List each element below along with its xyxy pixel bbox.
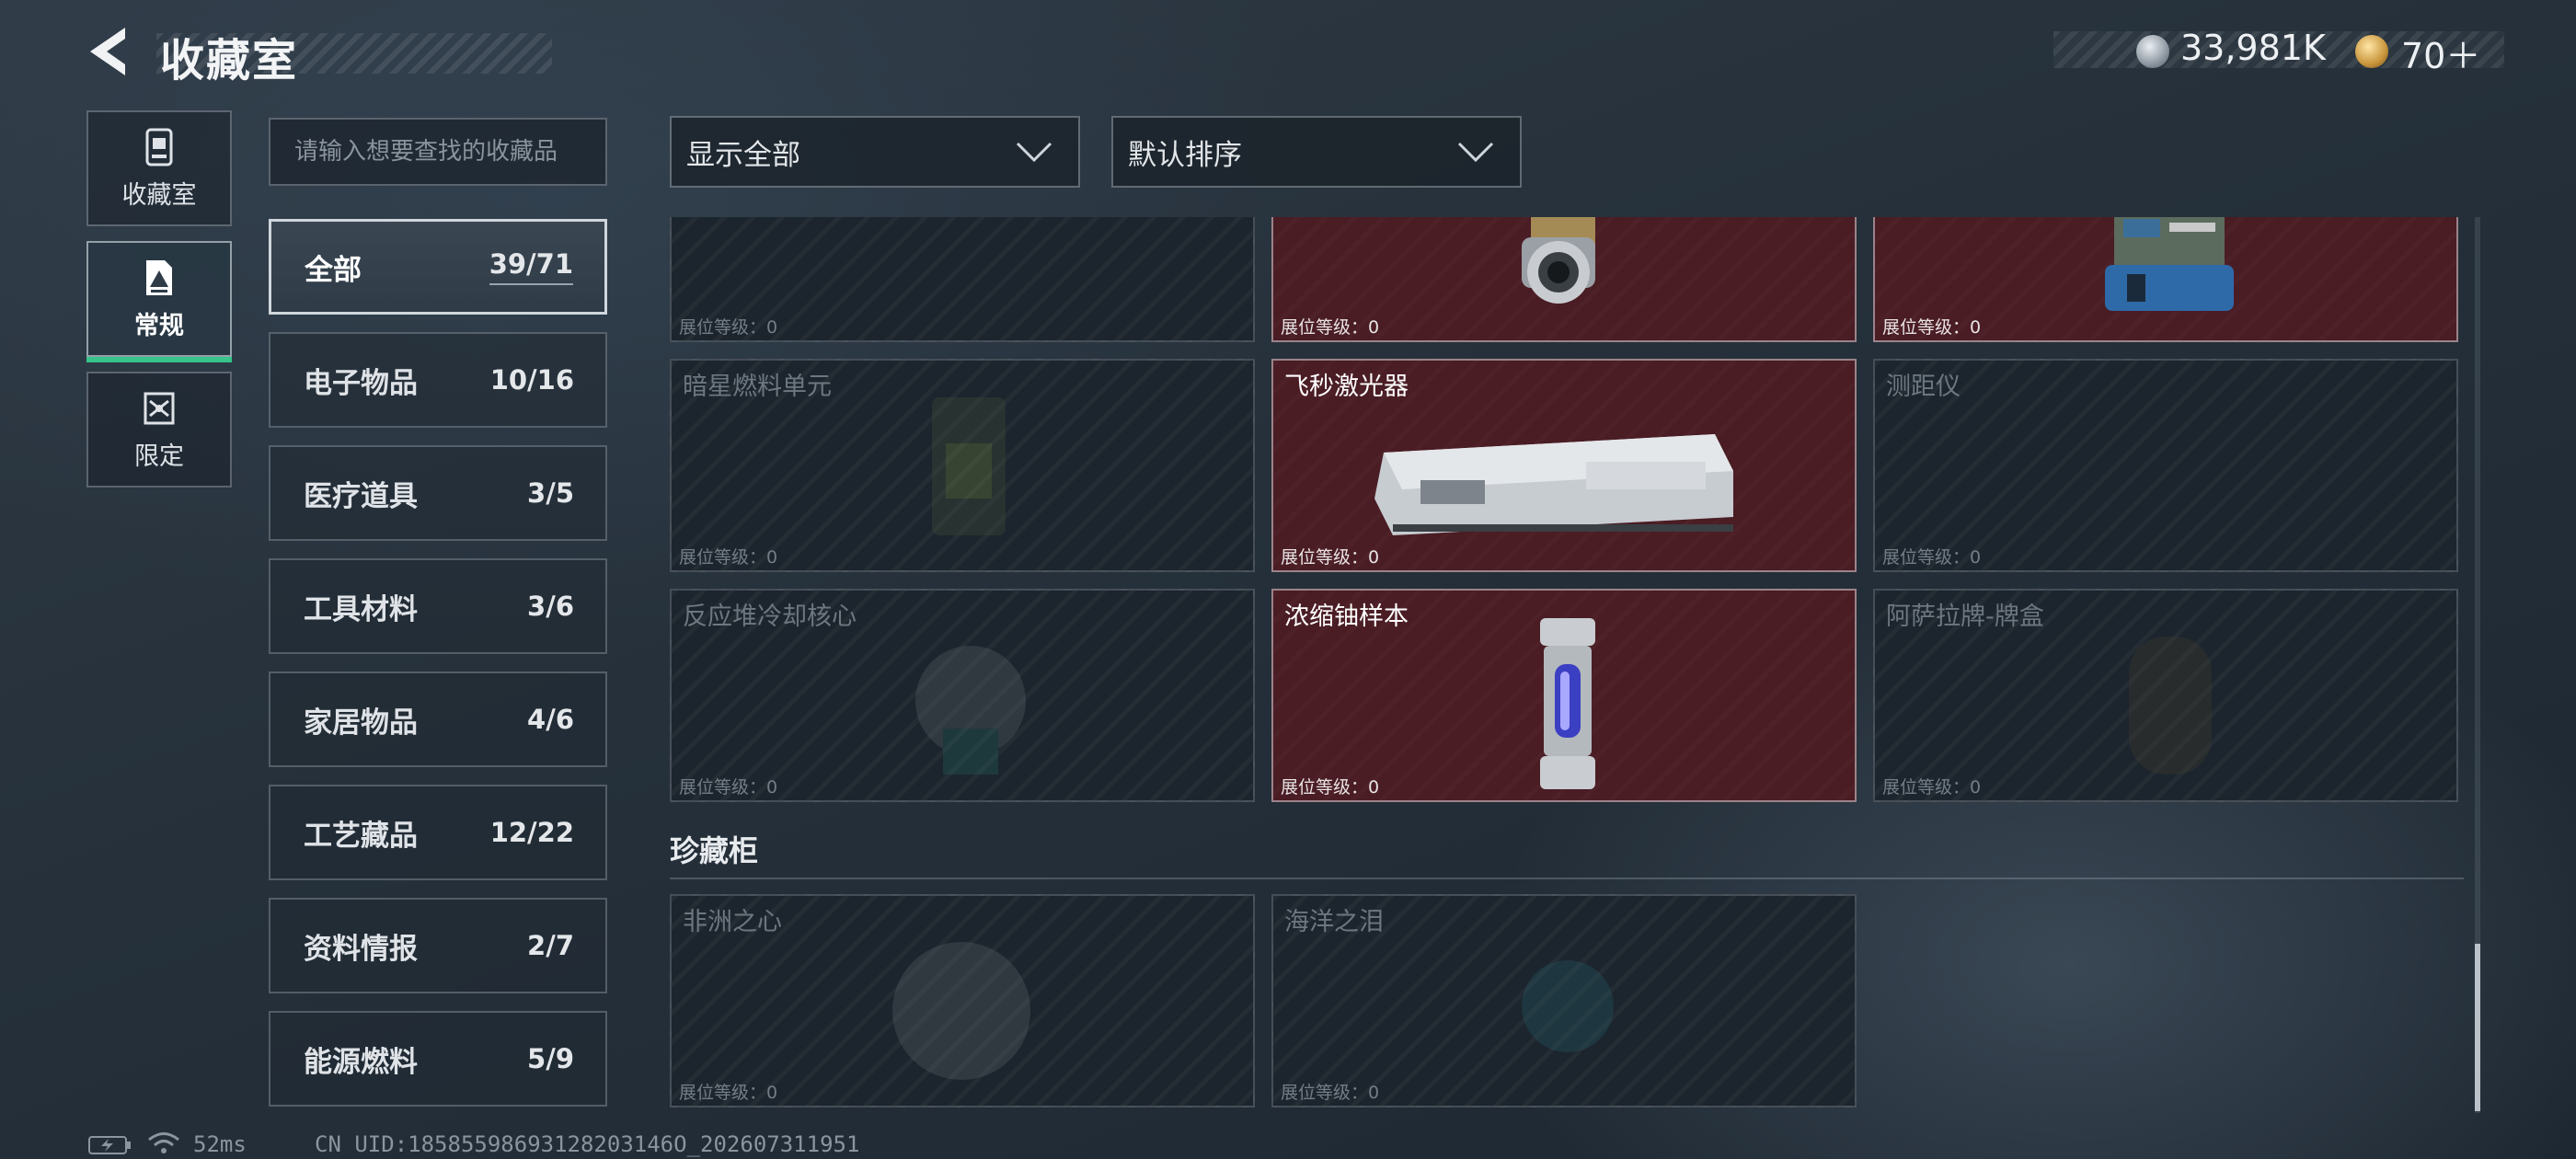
back-arrow-icon [90, 28, 125, 75]
collection-room-icon [145, 128, 173, 166]
diamond-item-icon [892, 942, 1030, 1080]
item-card[interactable]: 展位等级：0 [1271, 217, 1857, 342]
dropdown-label: 默认排序 [1128, 138, 1242, 172]
category-name: 工艺藏品 [304, 819, 418, 853]
display-level: 展位等级：0 [1882, 547, 1982, 568]
gold-coin-icon [2355, 35, 2388, 68]
category-electronics[interactable]: 电子物品 10/16 [269, 332, 607, 428]
category-count: 5/9 [527, 1043, 574, 1074]
limited-icon [144, 392, 175, 424]
category-name: 能源燃料 [304, 1045, 418, 1079]
item-grid[interactable]: 展位等级：0 展位等级：0 展位等级：0 暗星燃料单元 展位等级：0 飞秒激光器… [670, 217, 2475, 1109]
display-level: 展位等级：0 [1281, 1083, 1380, 1103]
category-all[interactable]: 全部 39/71 [269, 219, 607, 315]
fuel-cell-item-icon [932, 397, 1006, 535]
silver-currency-value: 33,981K [2180, 28, 2326, 68]
reactor-core-item-icon [915, 646, 1026, 775]
category-name: 资料情报 [304, 932, 418, 966]
category-name: 工具材料 [304, 592, 418, 626]
item-card[interactable]: 浓缩铀样本 展位等级：0 [1271, 589, 1857, 802]
item-card[interactable]: 展位等级：0 [1873, 217, 2458, 342]
side-tab-label: 常规 [134, 311, 184, 340]
display-level: 展位等级：0 [1281, 547, 1380, 568]
category-count: 3/6 [527, 591, 574, 622]
category-name: 电子物品 [304, 366, 418, 400]
search-input[interactable] [269, 118, 607, 186]
item-card[interactable]: 测距仪 展位等级：0 [1873, 359, 2458, 572]
scrollbar-thumb[interactable] [2475, 944, 2480, 1111]
wifi-icon [148, 1132, 179, 1153]
section-title: 珍藏柜 [670, 833, 759, 868]
regular-icon [146, 259, 172, 295]
category-medical[interactable]: 医疗道具 3/5 [269, 445, 607, 541]
display-level: 展位等级：0 [1281, 777, 1380, 798]
dropdown-label: 显示全部 [686, 138, 800, 172]
category-name: 家居物品 [304, 706, 418, 740]
category-name: 医疗道具 [304, 479, 418, 513]
item-name: 测距仪 [1886, 373, 1961, 401]
circuit-device-item-icon [2105, 217, 2234, 311]
card-box-item-icon [2129, 637, 2212, 775]
side-tab-label: 收藏室 [121, 180, 197, 210]
sort-dropdown[interactable]: 默认排序 [1111, 116, 1522, 188]
item-card[interactable]: 飞秒激光器 展位等级：0 [1271, 359, 1857, 572]
uid-text: CN UID:18585598693128203146O_20260731195… [315, 1131, 860, 1157]
category-count: 3/5 [527, 477, 574, 509]
display-level: 展位等级：0 [1882, 317, 1982, 338]
item-card[interactable]: 阿萨拉牌-牌盒 展位等级：0 [1873, 589, 2458, 802]
camera-lens-item-icon [1522, 217, 1595, 304]
side-tab-label: 限定 [134, 442, 184, 471]
gold-currency-value[interactable]: 70＋ [2401, 28, 2480, 78]
category-name: 全部 [305, 253, 362, 287]
uranium-sample-item-icon [1540, 618, 1595, 789]
display-level: 展位等级：0 [1882, 777, 1982, 798]
category-count: 12/22 [489, 817, 574, 848]
category-tools[interactable]: 工具材料 3/6 [269, 558, 607, 654]
display-filter-dropdown[interactable]: 显示全部 [670, 116, 1080, 188]
category-count: 39/71 [489, 248, 573, 285]
side-tab-regular[interactable]: 常规 [86, 241, 232, 362]
gem-item-icon [1522, 960, 1614, 1052]
item-card[interactable]: 反应堆冷却核心 展位等级：0 [670, 589, 1255, 802]
item-card[interactable]: 展位等级：0 [670, 217, 1255, 342]
battery-icon [88, 1136, 131, 1154]
category-count: 2/7 [527, 930, 574, 961]
femtosecond-laser-item-icon [1374, 434, 1733, 535]
category-count: 10/16 [489, 364, 574, 396]
item-name: 反应堆冷却核心 [683, 602, 857, 631]
item-name: 飞秒激光器 [1284, 373, 1409, 401]
item-card[interactable]: 非洲之心 展位等级：0 [670, 894, 1255, 1107]
page-title: 收藏室 [160, 35, 299, 86]
ping-value: 52ms [193, 1131, 247, 1157]
chevron-down-icon [1457, 142, 1494, 163]
category-intel[interactable]: 资料情报 2/7 [269, 898, 607, 993]
back-button[interactable] [85, 24, 136, 79]
category-crafts[interactable]: 工艺藏品 12/22 [269, 785, 607, 880]
display-level: 展位等级：0 [1281, 317, 1380, 338]
display-level: 展位等级：0 [679, 317, 778, 338]
item-name: 浓缩铀样本 [1284, 602, 1409, 631]
item-name: 阿萨拉牌-牌盒 [1886, 602, 2044, 631]
item-card[interactable]: 暗星燃料单元 展位等级：0 [670, 359, 1255, 572]
category-count: 4/6 [527, 704, 574, 735]
display-level: 展位等级：0 [679, 777, 778, 798]
item-name: 暗星燃料单元 [683, 373, 832, 401]
display-level: 展位等级：0 [679, 1083, 778, 1103]
section-divider [670, 878, 2464, 879]
item-name: 海洋之泪 [1284, 908, 1384, 936]
side-tab-collection-room[interactable]: 收藏室 [86, 110, 232, 226]
side-tab-limited[interactable]: 限定 [86, 372, 232, 488]
display-level: 展位等级：0 [679, 547, 778, 568]
category-energy[interactable]: 能源燃料 5/9 [269, 1011, 607, 1107]
item-card[interactable]: 海洋之泪 展位等级：0 [1271, 894, 1857, 1107]
silver-coin-icon [2136, 35, 2169, 68]
category-household[interactable]: 家居物品 4/6 [269, 671, 607, 767]
chevron-down-icon [1016, 142, 1052, 163]
item-name: 非洲之心 [683, 908, 782, 936]
